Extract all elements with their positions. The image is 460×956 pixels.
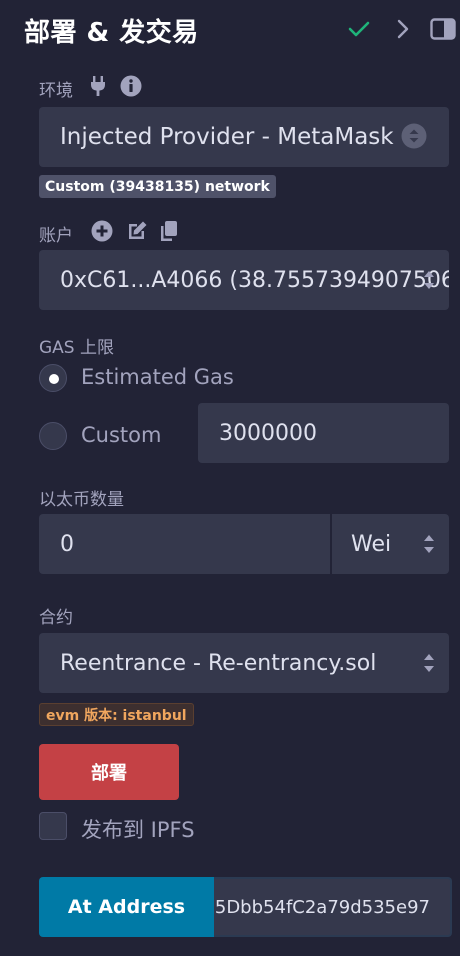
estimated-gas-radio[interactable] [39,364,67,392]
unit-value: Wei [351,531,392,557]
chevron-right-icon[interactable] [394,14,412,44]
environment-value: Injected Provider - MetaMask [60,124,394,150]
panel-header: 部署 & 发交易 [0,0,460,60]
estimated-gas-label: Estimated Gas [81,365,234,389]
gas-limit-input[interactable]: 3000000 [198,403,449,463]
plug-icon [88,75,108,97]
evm-version-badge: evm 版本: istanbul [39,703,194,726]
value-amount: 0 [60,531,74,557]
contract-select[interactable]: Reentrance - Re-entrancy.sol [39,633,449,693]
value-label: 以太币数量 [39,490,124,510]
side-panel-icon[interactable] [430,14,456,44]
copy-icon[interactable] [158,219,180,243]
info-icon[interactable] [119,74,143,98]
custom-gas-label: Custom [81,423,162,447]
deploy-button[interactable]: 部署 [39,744,179,800]
at-address-value: '25Dbb54fC2a79d535e97 [214,896,430,918]
account-value: 0xC61...A4066 (38.7557394907506 [60,267,449,293]
account-select[interactable]: 0xC61...A4066 (38.7557394907506 [39,250,449,310]
edit-icon[interactable] [125,219,149,243]
gas-limit-value: 3000000 [219,420,317,446]
select-arrows-icon[interactable] [400,122,428,150]
custom-gas-radio[interactable] [39,422,67,450]
account-label: 账户 [39,226,73,246]
select-arrows-icon[interactable] [419,530,439,558]
publish-ipfs-label: 发布到 IPFS [81,818,195,842]
environment-select[interactable]: Injected Provider - MetaMask [39,107,449,167]
publish-ipfs-checkbox[interactable] [39,812,67,840]
at-address-input[interactable]: '25Dbb54fC2a79d535e97 [214,877,452,937]
plus-circle-icon[interactable] [90,219,114,243]
select-arrows-icon[interactable] [419,266,439,294]
panel-title: 部署 & 发交易 [24,18,199,48]
network-badge: Custom (39438135) network [39,175,276,198]
contract-label: 合约 [39,608,73,628]
at-address-button[interactable]: At Address [39,877,214,937]
contract-value: Reentrance - Re-entrancy.sol [60,650,377,676]
gas-limit-label: GAS 上限 [39,338,114,358]
value-input[interactable]: 0 [39,514,330,574]
check-icon[interactable] [346,14,372,44]
deploy-run-panel: 部署 & 发交易 环境 Injected Provider - MetaMask… [0,0,460,956]
select-arrows-icon[interactable] [419,649,439,677]
environment-label: 环境 [39,81,73,101]
